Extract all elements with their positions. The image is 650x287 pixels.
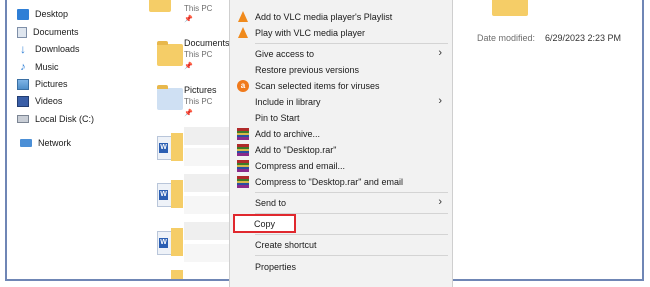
context-menu: Add to VLC media player's Playlist Play … <box>229 0 453 287</box>
menu-item-create-shortcut[interactable]: Create shortcut <box>230 237 452 253</box>
menu-separator <box>255 192 448 193</box>
details-pane: Date modified: 6/29/2023 2:23 PM <box>477 0 642 279</box>
menu-item-label: Compress and email... <box>255 161 346 171</box>
downloads-icon: ↓ <box>20 41 26 56</box>
pin-icon: 📌 <box>184 110 193 117</box>
nav-item-pictures[interactable]: Pictures <box>17 76 68 92</box>
nav-item-network[interactable]: Network <box>20 135 71 151</box>
nav-item-downloads[interactable]: ↓ Downloads <box>17 41 80 57</box>
menu-separator <box>255 234 448 235</box>
menu-item-add-to-desktop-rar[interactable]: Add to "Desktop.rar" <box>230 142 452 158</box>
folder-edge-icon <box>171 228 183 256</box>
videos-icon <box>17 95 29 107</box>
chevron-right-icon: › <box>438 196 442 208</box>
menu-item-label: Send to <box>255 198 287 208</box>
winrar-icon <box>237 128 249 140</box>
file-location: This PC <box>184 4 213 13</box>
nav-label: Videos <box>35 96 63 106</box>
menu-item-label: Add to VLC media player's Playlist <box>255 12 393 22</box>
menu-item-restore-previous-versions[interactable]: Restore previous versions <box>230 62 452 78</box>
winrar-icon <box>237 176 249 188</box>
folder-icon <box>149 0 171 12</box>
menu-separator <box>255 43 448 44</box>
menu-item-label: Give access to <box>255 49 315 59</box>
vlc-icon <box>237 11 249 23</box>
vlc-icon <box>237 27 249 39</box>
file-location: This PC <box>184 97 213 106</box>
date-modified-value: 6/29/2023 2:23 PM <box>545 33 622 43</box>
menu-item-label: Copy <box>254 219 276 229</box>
music-icon: ♪ <box>20 60 26 73</box>
menu-item-add-to-archive[interactable]: Add to archive... <box>230 126 452 142</box>
avast-icon: a <box>237 80 249 92</box>
file-location: This PC <box>184 50 213 59</box>
nav-label: Network <box>38 138 72 148</box>
nav-item-music[interactable]: ♪ Music <box>17 59 59 75</box>
menu-item-label: Include in library <box>255 97 321 107</box>
nav-label: Music <box>35 62 59 72</box>
nav-label: Desktop <box>35 9 69 19</box>
menu-item-label: Scan selected items for viruses <box>255 81 380 91</box>
menu-item-label: Properties <box>255 262 297 272</box>
nav-item-desktop[interactable]: Desktop <box>17 6 68 22</box>
pictures-folder-icon <box>157 85 183 110</box>
chevron-right-icon: › <box>438 95 442 107</box>
menu-item-label: Play with VLC media player <box>255 28 366 38</box>
nav-item-videos[interactable]: Videos <box>17 93 62 109</box>
menu-item-label: Add to "Desktop.rar" <box>255 145 337 155</box>
menu-item-label: Pin to Start <box>255 113 300 123</box>
menu-item-include-in-library[interactable]: Include in library › <box>230 94 452 110</box>
nav-label: Local Disk (C:) <box>35 114 95 124</box>
pin-icon: 📌 <box>184 63 193 70</box>
menu-item-scan-for-viruses[interactable]: a Scan selected items for viruses <box>230 78 452 94</box>
folder-edge-icon <box>171 270 183 279</box>
menu-item-copy[interactable]: Copy <box>233 214 296 233</box>
navigation-pane: Desktop Documents ↓ Downloads ♪ Music Pi… <box>7 0 119 279</box>
menu-item-give-access-to[interactable]: Give access to › <box>230 46 452 62</box>
menu-item-label: Add to archive... <box>255 129 321 139</box>
pin-icon: 📌 <box>184 16 193 23</box>
menu-item-compress-to-rar-and-email[interactable]: Compress to "Desktop.rar" and email <box>230 174 452 190</box>
nav-label: Downloads <box>35 44 80 54</box>
file-name: Pictures <box>184 85 217 95</box>
pictures-icon <box>17 78 29 90</box>
nav-item-documents[interactable]: Documents <box>17 24 79 40</box>
file-list: This PC 📌 Documents This PC 📌 Pictures T… <box>119 0 239 279</box>
local-disk-icon <box>17 115 29 123</box>
folder-edge-icon <box>171 133 183 161</box>
chevron-right-icon: › <box>438 47 442 59</box>
nav-label: Pictures <box>35 79 68 89</box>
folder-preview-icon <box>492 0 528 16</box>
menu-item-add-to-vlc-playlist[interactable]: Add to VLC media player's Playlist <box>230 9 452 25</box>
menu-item-properties[interactable]: Properties <box>230 259 452 275</box>
nav-label: Documents <box>33 27 79 37</box>
menu-item-compress-and-email[interactable]: Compress and email... <box>230 158 452 174</box>
menu-item-label: Compress to "Desktop.rar" and email <box>255 177 403 187</box>
network-icon <box>20 139 32 147</box>
folder-icon <box>157 41 183 66</box>
winrar-icon <box>237 144 249 156</box>
file-name: Documents <box>184 38 230 48</box>
menu-item-pin-to-start[interactable]: Pin to Start <box>230 110 452 126</box>
nav-item-local-disk[interactable]: Local Disk (C:) <box>17 111 94 127</box>
menu-separator <box>255 255 448 256</box>
documents-icon <box>17 26 27 38</box>
menu-item-send-to[interactable]: Send to › <box>230 195 452 211</box>
winrar-icon <box>237 160 249 172</box>
menu-item-play-with-vlc[interactable]: Play with VLC media player <box>230 25 452 41</box>
menu-item-label: Restore previous versions <box>255 65 360 75</box>
menu-item-label: Create shortcut <box>255 240 317 250</box>
folder-edge-icon <box>171 180 183 208</box>
date-modified-label: Date modified: <box>477 33 536 43</box>
desktop-icon <box>17 8 29 20</box>
